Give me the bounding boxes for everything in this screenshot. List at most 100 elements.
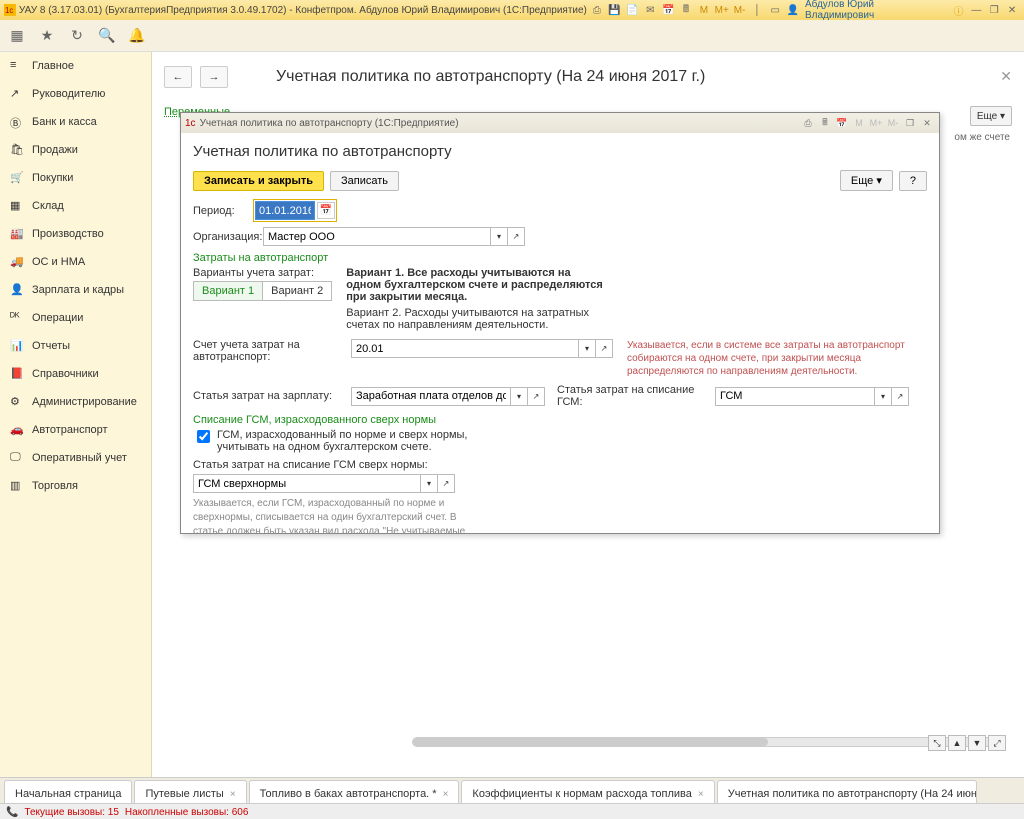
sidebar-item-bank[interactable]: ⒷБанк и касса xyxy=(0,108,151,136)
star-icon[interactable]: ★ xyxy=(38,27,56,45)
gsm-open-icon[interactable]: ↗ xyxy=(892,387,909,406)
forward-button[interactable]: → xyxy=(200,66,228,88)
salary-open-icon[interactable]: ↗ xyxy=(528,387,545,406)
sidebar-item-manager[interactable]: ↗ Руководителю xyxy=(0,80,151,108)
calc-icon[interactable]: 🖩 xyxy=(678,3,694,17)
mplus-icon[interactable]: M+ xyxy=(714,3,730,17)
sidebar-item-operative[interactable]: 🖵 Оперативный учет xyxy=(0,444,151,472)
user-name[interactable]: Абдулов Юрий Владимирович xyxy=(805,0,945,21)
info-icon[interactable]: ⓘ xyxy=(951,3,967,17)
h-scrollbar[interactable] xyxy=(412,737,1006,747)
sidebar-label: Справочники xyxy=(32,368,99,380)
org-open-icon[interactable]: ↗ xyxy=(508,227,525,246)
close-page-icon[interactable]: ✕ xyxy=(1000,68,1012,85)
tab-waybills[interactable]: Путевые листы× xyxy=(134,780,246,803)
variant1-button[interactable]: Вариант 1 xyxy=(194,282,263,300)
calendar-picker-icon[interactable]: 📅 xyxy=(317,202,335,219)
over-input[interactable] xyxy=(193,474,421,493)
account-open-icon[interactable]: ↗ xyxy=(596,339,613,358)
status-phone-icon[interactable]: 📞 xyxy=(6,807,18,818)
calendar-icon[interactable]: 📅 xyxy=(660,3,676,17)
save-icon[interactable]: 💾 xyxy=(607,3,623,17)
gsm-checkbox[interactable] xyxy=(197,430,210,443)
doc-icon[interactable]: 📄 xyxy=(625,3,641,17)
tab-close-icon[interactable]: × xyxy=(698,789,704,800)
scroll-ctrl-2[interactable]: ▲ xyxy=(948,735,966,751)
sidebar-label: Руководителю xyxy=(32,88,105,100)
dlg-mplus-icon[interactable]: M+ xyxy=(868,116,884,130)
scroll-ctrl-3[interactable]: ▼ xyxy=(968,735,986,751)
chart-icon: ↗ xyxy=(10,87,24,101)
search-icon[interactable]: 🔍 xyxy=(98,27,116,45)
dialog-titlebar[interactable]: 1c Учетная политика по автотранспорту (1… xyxy=(181,113,939,133)
minimize-icon[interactable]: — xyxy=(968,3,984,17)
org-input[interactable] xyxy=(263,227,491,246)
dlg-more-button[interactable]: Еще ▾ xyxy=(840,170,893,191)
account-input[interactable] xyxy=(351,339,579,358)
save-button[interactable]: Записать xyxy=(330,171,399,191)
dlg-cal-icon[interactable]: 📅 xyxy=(834,116,850,130)
m-icon[interactable]: M xyxy=(696,3,712,17)
dlg-close-icon[interactable]: ✕ xyxy=(919,116,935,130)
tab-close-icon[interactable]: × xyxy=(230,789,236,800)
account-hint: Указывается, если в системе все затраты … xyxy=(627,339,927,378)
apps-icon[interactable]: ▦ xyxy=(8,27,26,45)
dlg-print-icon[interactable]: ⎙ xyxy=(800,116,816,130)
variant2-desc: Вариант 2. Расходы учитываются на затрат… xyxy=(346,307,606,331)
scroll-ctrl-1[interactable]: ⤡ xyxy=(928,735,946,751)
gsm-dropdown-icon[interactable]: ▾ xyxy=(875,387,892,406)
sidebar-item-reports[interactable]: 📊Отчеты xyxy=(0,332,151,360)
salary-dropdown-icon[interactable]: ▾ xyxy=(511,387,528,406)
sidebar-item-admin[interactable]: ⚙Администрирование xyxy=(0,388,151,416)
sidebar-item-sales[interactable]: 🛍Продажи xyxy=(0,136,151,164)
monitor-icon: 🖵 xyxy=(10,451,24,465)
sidebar-item-purchases[interactable]: 🛒Покупки xyxy=(0,164,151,192)
sidebar-item-main[interactable]: ≡Главное xyxy=(0,52,151,80)
bell-icon[interactable]: 🔔 xyxy=(128,27,146,45)
gsm-input[interactable] xyxy=(715,387,875,406)
sidebar-item-auto[interactable]: 🚗Автотранспорт xyxy=(0,416,151,444)
dlg-mminus-icon[interactable]: M- xyxy=(885,116,901,130)
restore-icon[interactable]: ❐ xyxy=(986,3,1002,17)
sidebar-label: ОС и НМА xyxy=(32,256,85,268)
tab-fuel[interactable]: Топливо в баках автотранспорта. *× xyxy=(249,780,460,803)
sidebar-item-hr[interactable]: 👤Зарплата и кадры xyxy=(0,276,151,304)
mminus-icon[interactable]: M- xyxy=(732,3,748,17)
more-button[interactable]: Еще ▾ xyxy=(970,106,1012,126)
tab-policy[interactable]: Учетная политика по автотранспорту (На 2… xyxy=(717,780,977,803)
boxes-icon: ▦ xyxy=(10,199,24,213)
sidebar-item-operations[interactable]: ᴰᴷОперации xyxy=(0,304,151,332)
org-dropdown-icon[interactable]: ▾ xyxy=(491,227,508,246)
salary-input[interactable] xyxy=(351,387,511,406)
tab-start[interactable]: Начальная страница xyxy=(4,780,132,803)
car-icon: 🚗 xyxy=(10,423,24,437)
dlg-help-button[interactable]: ? xyxy=(899,171,927,191)
over-dropdown-icon[interactable]: ▾ xyxy=(421,474,438,493)
vsep-icon: │ xyxy=(749,3,765,17)
sidebar-label: Оперативный учет xyxy=(32,452,127,464)
mail-icon[interactable]: ✉ xyxy=(642,3,658,17)
print-icon[interactable]: ⎙ xyxy=(589,3,605,17)
tab-label: Коэффициенты к нормам расхода топлива xyxy=(472,788,691,800)
sidebar-item-refs[interactable]: 📕Справочники xyxy=(0,360,151,388)
dlg-restore-icon[interactable]: ❐ xyxy=(902,116,918,130)
tab-close-icon[interactable]: × xyxy=(443,789,449,800)
back-button[interactable]: ← xyxy=(164,66,192,88)
factory-icon: 🏭 xyxy=(10,227,24,241)
scroll-ctrl-4[interactable]: ⤢ xyxy=(988,735,1006,751)
windows-icon[interactable]: ▭ xyxy=(767,3,783,17)
sidebar-item-trade[interactable]: ▥Торговля xyxy=(0,472,151,500)
save-close-button[interactable]: Записать и закрыть xyxy=(193,171,324,191)
account-dropdown-icon[interactable]: ▾ xyxy=(579,339,596,358)
sidebar-item-assets[interactable]: 🚚ОС и НМА xyxy=(0,248,151,276)
period-input[interactable] xyxy=(255,201,315,220)
variant2-button[interactable]: Вариант 2 xyxy=(263,282,331,300)
close-window-icon[interactable]: ✕ xyxy=(1004,3,1020,17)
history-icon[interactable]: ↻ xyxy=(68,27,86,45)
dlg-calc-icon[interactable]: 🖩 xyxy=(817,116,833,130)
dlg-m-icon[interactable]: M xyxy=(851,116,867,130)
sidebar-item-production[interactable]: 🏭Производство xyxy=(0,220,151,248)
tab-coef[interactable]: Коэффициенты к нормам расхода топлива × xyxy=(461,780,714,803)
sidebar-item-warehouse[interactable]: ▦Склад xyxy=(0,192,151,220)
over-open-icon[interactable]: ↗ xyxy=(438,474,455,493)
